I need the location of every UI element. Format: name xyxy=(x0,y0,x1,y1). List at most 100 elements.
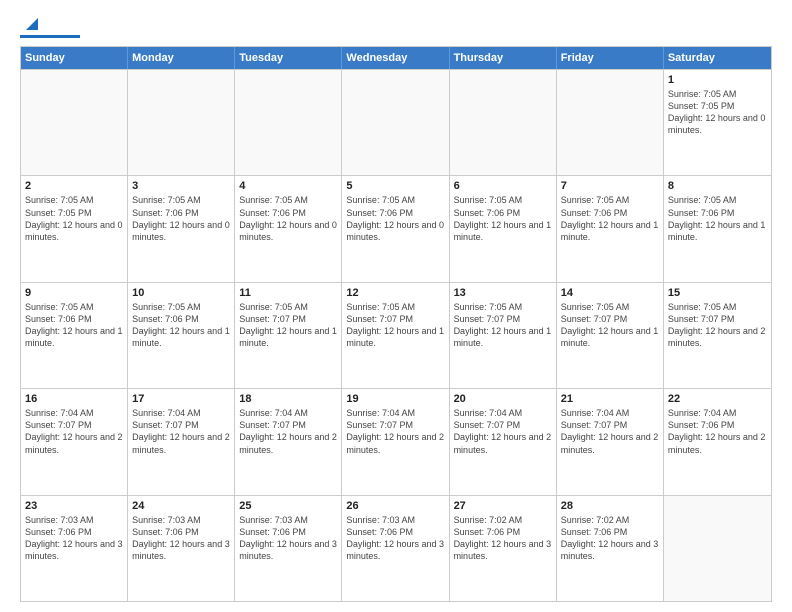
table-row xyxy=(450,70,557,175)
calendar-week-2: 2 Sunrise: 7:05 AM Sunset: 7:05 PM Daylig… xyxy=(21,175,771,281)
header-day-tuesday: Tuesday xyxy=(235,47,342,69)
day-info: Sunrise: 7:05 AM Sunset: 7:06 PM Dayligh… xyxy=(346,194,444,243)
calendar-body: 1 Sunrise: 7:05 AM Sunset: 7:05 PM Daylig… xyxy=(21,69,771,601)
day-number: 1 xyxy=(668,74,767,86)
table-row xyxy=(21,70,128,175)
day-info: Sunrise: 7:05 AM Sunset: 7:06 PM Dayligh… xyxy=(132,194,230,243)
day-info: Sunrise: 7:04 AM Sunset: 7:07 PM Dayligh… xyxy=(239,407,337,456)
table-row: 21Sunrise: 7:04 AM Sunset: 7:07 PM Dayli… xyxy=(557,389,664,494)
header xyxy=(20,18,772,38)
day-info: Sunrise: 7:04 AM Sunset: 7:07 PM Dayligh… xyxy=(454,407,552,456)
table-row xyxy=(664,496,771,601)
table-row: 1 Sunrise: 7:05 AM Sunset: 7:05 PM Daylig… xyxy=(664,70,771,175)
day-number: 15 xyxy=(668,287,767,299)
day-info: Sunrise: 7:05 AM Sunset: 7:07 PM Dayligh… xyxy=(239,301,337,350)
day-info: Sunrise: 7:03 AM Sunset: 7:06 PM Dayligh… xyxy=(132,514,230,563)
table-row: 6 Sunrise: 7:05 AM Sunset: 7:06 PM Daylig… xyxy=(450,176,557,281)
day-number: 26 xyxy=(346,500,444,512)
day-info: Sunrise: 7:04 AM Sunset: 7:07 PM Dayligh… xyxy=(132,407,230,456)
day-number: 22 xyxy=(668,393,767,405)
table-row: 24 Sunrise: 7:03 AM Sunset: 7:06 PM Dayli… xyxy=(128,496,235,601)
table-row: 17 Sunrise: 7:04 AM Sunset: 7:07 PM Dayli… xyxy=(128,389,235,494)
day-info: Sunrise: 7:05 AM Sunset: 7:06 PM Dayligh… xyxy=(239,194,337,243)
day-info: Sunrise: 7:03 AM Sunset: 7:06 PM Dayligh… xyxy=(239,514,337,563)
day-number: 4 xyxy=(239,180,337,192)
day-info: Sunrise: 7:05 AM Sunset: 7:06 PM Dayligh… xyxy=(132,301,230,350)
day-number: 23 xyxy=(25,500,123,512)
table-row: 4 Sunrise: 7:05 AM Sunset: 7:06 PM Daylig… xyxy=(235,176,342,281)
header-day-monday: Monday xyxy=(128,47,235,69)
table-row: 3 Sunrise: 7:05 AM Sunset: 7:06 PM Daylig… xyxy=(128,176,235,281)
table-row: 22 Sunrise: 7:04 AM Sunset: 7:06 PM Dayli… xyxy=(664,389,771,494)
day-info: Sunrise: 7:05 AM Sunset: 7:06 PM Dayligh… xyxy=(25,301,123,350)
day-number: 17 xyxy=(132,393,230,405)
day-info: Sunrise: 7:04 AM Sunset: 7:07 PM Dayligh… xyxy=(561,407,659,456)
day-info: Sunrise: 7:02 AM Sunset: 7:06 PM Dayligh… xyxy=(561,514,659,563)
table-row: 7 Sunrise: 7:05 AM Sunset: 7:06 PM Daylig… xyxy=(557,176,664,281)
day-info: Sunrise: 7:04 AM Sunset: 7:07 PM Dayligh… xyxy=(25,407,123,456)
table-row xyxy=(128,70,235,175)
day-number: 11 xyxy=(239,287,337,299)
day-number: 7 xyxy=(561,180,659,192)
table-row: 15 Sunrise: 7:05 AM Sunset: 7:07 PM Dayli… xyxy=(664,283,771,388)
day-info: Sunrise: 7:05 AM Sunset: 7:06 PM Dayligh… xyxy=(561,194,659,243)
logo xyxy=(20,18,80,38)
table-row xyxy=(342,70,449,175)
calendar-week-4: 16Sunrise: 7:04 AM Sunset: 7:07 PM Dayli… xyxy=(21,388,771,494)
day-info: Sunrise: 7:03 AM Sunset: 7:06 PM Dayligh… xyxy=(346,514,444,563)
table-row: 12Sunrise: 7:05 AM Sunset: 7:07 PM Dayli… xyxy=(342,283,449,388)
calendar: SundayMondayTuesdayWednesdayThursdayFrid… xyxy=(20,46,772,602)
table-row: 13Sunrise: 7:05 AM Sunset: 7:07 PM Dayli… xyxy=(450,283,557,388)
day-number: 18 xyxy=(239,393,337,405)
table-row: 26 Sunrise: 7:03 AM Sunset: 7:06 PM Dayli… xyxy=(342,496,449,601)
day-number: 20 xyxy=(454,393,552,405)
day-number: 9 xyxy=(25,287,123,299)
day-number: 6 xyxy=(454,180,552,192)
day-info: Sunrise: 7:05 AM Sunset: 7:07 PM Dayligh… xyxy=(561,301,659,350)
table-row: 2 Sunrise: 7:05 AM Sunset: 7:05 PM Daylig… xyxy=(21,176,128,281)
table-row: 14 Sunrise: 7:05 AM Sunset: 7:07 PM Dayli… xyxy=(557,283,664,388)
day-info: Sunrise: 7:05 AM Sunset: 7:06 PM Dayligh… xyxy=(668,194,767,243)
day-number: 19 xyxy=(346,393,444,405)
calendar-week-5: 23 Sunrise: 7:03 AM Sunset: 7:06 PM Dayli… xyxy=(21,495,771,601)
logo-arrow-icon xyxy=(22,14,42,34)
calendar-week-1: 1 Sunrise: 7:05 AM Sunset: 7:05 PM Daylig… xyxy=(21,69,771,175)
day-number: 8 xyxy=(668,180,767,192)
table-row: 10 Sunrise: 7:05 AM Sunset: 7:06 PM Dayli… xyxy=(128,283,235,388)
table-row: 16Sunrise: 7:04 AM Sunset: 7:07 PM Dayli… xyxy=(21,389,128,494)
day-number: 27 xyxy=(454,500,552,512)
day-number: 10 xyxy=(132,287,230,299)
header-day-friday: Friday xyxy=(557,47,664,69)
table-row xyxy=(235,70,342,175)
day-info: Sunrise: 7:04 AM Sunset: 7:07 PM Dayligh… xyxy=(346,407,444,456)
table-row: 28Sunrise: 7:02 AM Sunset: 7:06 PM Dayli… xyxy=(557,496,664,601)
day-number: 3 xyxy=(132,180,230,192)
table-row: 23 Sunrise: 7:03 AM Sunset: 7:06 PM Dayli… xyxy=(21,496,128,601)
day-number: 5 xyxy=(346,180,444,192)
calendar-header: SundayMondayTuesdayWednesdayThursdayFrid… xyxy=(21,47,771,69)
table-row: 11 Sunrise: 7:05 AM Sunset: 7:07 PM Dayli… xyxy=(235,283,342,388)
day-info: Sunrise: 7:05 AM Sunset: 7:05 PM Dayligh… xyxy=(668,88,767,137)
table-row: 19 Sunrise: 7:04 AM Sunset: 7:07 PM Dayli… xyxy=(342,389,449,494)
day-number: 12 xyxy=(346,287,444,299)
day-number: 24 xyxy=(132,500,230,512)
day-info: Sunrise: 7:04 AM Sunset: 7:06 PM Dayligh… xyxy=(668,407,767,456)
logo-underline xyxy=(20,35,80,38)
table-row: 9 Sunrise: 7:05 AM Sunset: 7:06 PM Daylig… xyxy=(21,283,128,388)
day-info: Sunrise: 7:05 AM Sunset: 7:06 PM Dayligh… xyxy=(454,194,552,243)
day-info: Sunrise: 7:05 AM Sunset: 7:05 PM Dayligh… xyxy=(25,194,123,243)
day-info: Sunrise: 7:05 AM Sunset: 7:07 PM Dayligh… xyxy=(668,301,767,350)
day-info: Sunrise: 7:02 AM Sunset: 7:06 PM Dayligh… xyxy=(454,514,552,563)
calendar-week-3: 9 Sunrise: 7:05 AM Sunset: 7:06 PM Daylig… xyxy=(21,282,771,388)
table-row: 25 Sunrise: 7:03 AM Sunset: 7:06 PM Dayli… xyxy=(235,496,342,601)
table-row: 18 Sunrise: 7:04 AM Sunset: 7:07 PM Dayli… xyxy=(235,389,342,494)
day-info: Sunrise: 7:05 AM Sunset: 7:07 PM Dayligh… xyxy=(454,301,552,350)
day-info: Sunrise: 7:03 AM Sunset: 7:06 PM Dayligh… xyxy=(25,514,123,563)
table-row: 27 Sunrise: 7:02 AM Sunset: 7:06 PM Dayli… xyxy=(450,496,557,601)
day-number: 14 xyxy=(561,287,659,299)
table-row: 20 Sunrise: 7:04 AM Sunset: 7:07 PM Dayli… xyxy=(450,389,557,494)
header-day-sunday: Sunday xyxy=(21,47,128,69)
day-number: 25 xyxy=(239,500,337,512)
table-row: 8 Sunrise: 7:05 AM Sunset: 7:06 PM Daylig… xyxy=(664,176,771,281)
day-number: 2 xyxy=(25,180,123,192)
